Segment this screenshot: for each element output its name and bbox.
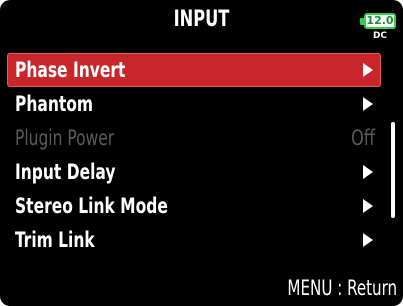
page-title: INPUT	[173, 7, 230, 32]
menu-item-value: Off	[351, 126, 375, 150]
arrow-right-icon	[363, 199, 373, 213]
battery-voltage: 12.0	[366, 14, 394, 27]
menu-item-stereo-link-mode[interactable]: Stereo Link Mode	[7, 189, 381, 223]
arrow-right-icon	[363, 63, 373, 77]
header-bar: INPUT 12.0 DC	[0, 0, 403, 46]
menu-item-label: Stereo Link Mode	[15, 194, 168, 218]
menu-item-label: Trim Link	[15, 228, 95, 252]
menu-item-label: Phantom	[15, 92, 94, 116]
arrow-right-icon	[363, 233, 373, 247]
menu-list: Phase Invert Phantom Plugin Power Off In…	[0, 53, 403, 257]
menu-item-label: Input Delay	[15, 160, 116, 184]
device-screen: INPUT 12.0 DC Phase Invert Phantom Plugi…	[0, 0, 403, 306]
arrow-right-icon	[363, 165, 373, 179]
menu-item-phantom[interactable]: Phantom	[7, 87, 381, 121]
menu-item-input-delay[interactable]: Input Delay	[7, 155, 381, 189]
scrollbar-thumb[interactable]	[391, 122, 395, 218]
footer-hint: MENU : Return	[287, 276, 397, 300]
menu-item-label: Plugin Power	[15, 126, 115, 150]
menu-item-label: Phase Invert	[15, 58, 126, 82]
power-source-label: DC	[372, 31, 388, 41]
arrow-right-icon	[363, 97, 373, 111]
menu-item-plugin-power: Plugin Power Off	[7, 121, 381, 155]
menu-item-phase-invert[interactable]: Phase Invert	[7, 53, 381, 87]
menu-item-trim-link[interactable]: Trim Link	[7, 223, 381, 257]
